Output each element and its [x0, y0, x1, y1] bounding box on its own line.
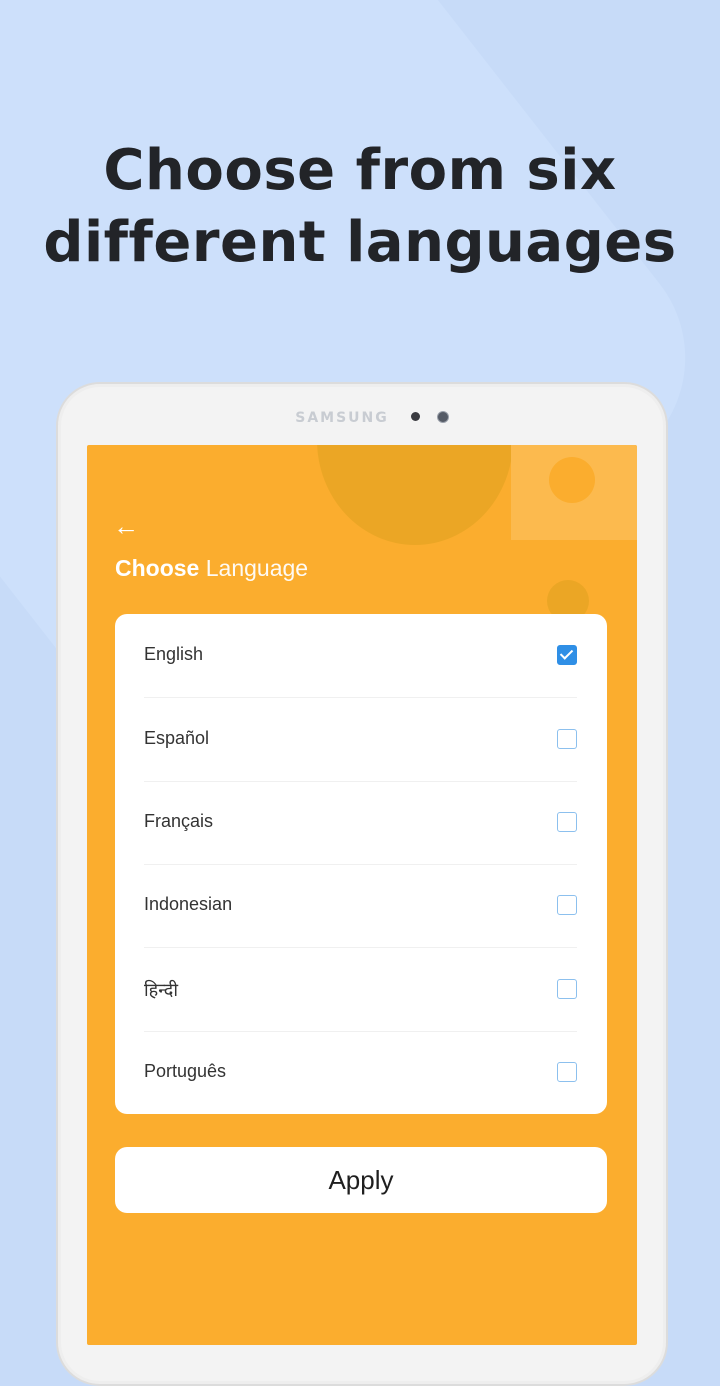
back-arrow-icon[interactable]: ←	[113, 513, 139, 539]
language-label: Français	[144, 811, 214, 831]
language-checkbox[interactable]	[557, 895, 577, 915]
headline-line-2: different languages	[43, 210, 677, 275]
language-option-espanol[interactable]: Español	[144, 698, 577, 782]
screen-title-light: Language	[205, 555, 309, 581]
camera-icon	[437, 411, 449, 423]
language-option-indonesian[interactable]: Indonesian	[144, 864, 577, 948]
language-option-francais[interactable]: Français	[144, 781, 577, 865]
language-checkbox[interactable]	[557, 729, 577, 749]
decorative-dot	[549, 457, 595, 503]
language-label: Indonesian	[144, 894, 233, 914]
tablet-frame: SAMSUNG ← Choose Language English Españo…	[56, 382, 668, 1386]
language-option-english[interactable]: English	[144, 614, 577, 698]
screen-title-bold: Choose	[115, 555, 200, 581]
language-checkbox[interactable]	[557, 979, 577, 999]
language-list: English Español Français Indonesian हिन्…	[115, 614, 607, 1114]
language-option-portugues[interactable]: Português	[144, 1031, 577, 1114]
language-option-hindi[interactable]: हिन्दी	[144, 948, 577, 1032]
language-label: English	[144, 644, 204, 664]
device-brand-text: SAMSUNG	[295, 410, 389, 426]
language-checkbox[interactable]	[557, 645, 577, 665]
headline: Choose from six different languages	[0, 135, 720, 279]
language-label: Español	[144, 728, 210, 748]
language-label: Português	[144, 1061, 227, 1081]
language-checkbox[interactable]	[557, 1062, 577, 1082]
language-checkbox[interactable]	[557, 812, 577, 832]
app-screen: ← Choose Language English Español França…	[87, 445, 637, 1345]
screen-title: Choose Language	[115, 555, 308, 582]
device-brand: SAMSUNG	[58, 410, 666, 426]
headline-line-1: Choose from six	[103, 138, 617, 203]
decorative-circle	[317, 445, 513, 545]
language-label: हिन्दी	[144, 980, 179, 1000]
apply-button[interactable]: Apply	[115, 1147, 607, 1213]
sensor-icon	[411, 412, 420, 421]
